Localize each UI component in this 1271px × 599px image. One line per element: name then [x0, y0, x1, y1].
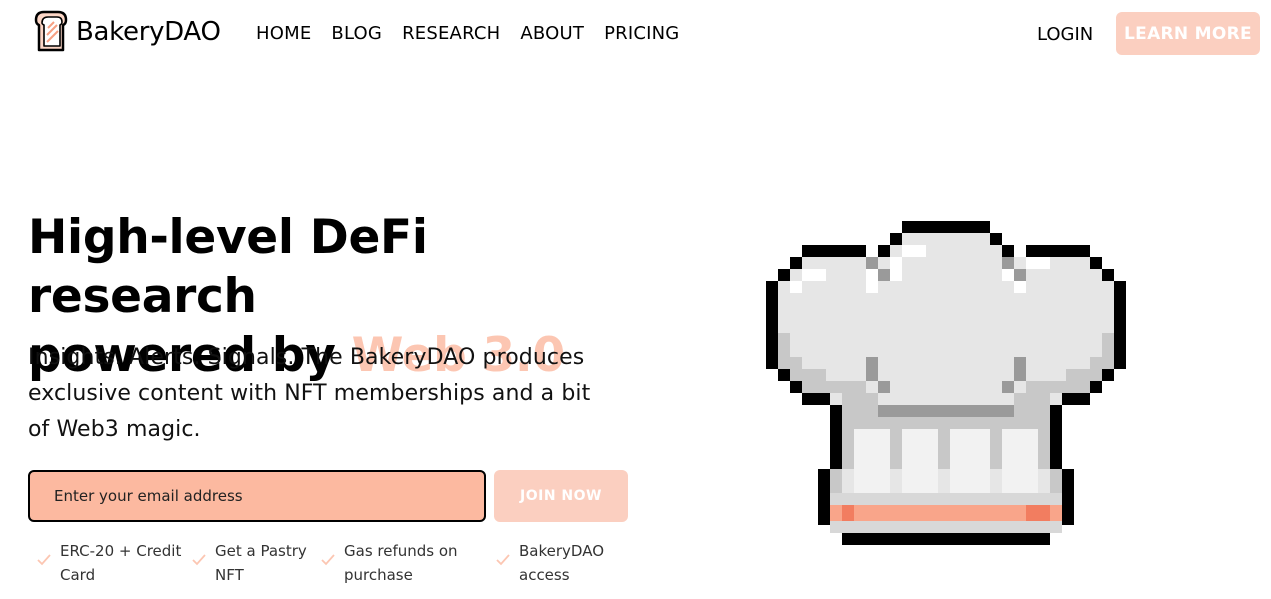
check-icon [192, 554, 206, 566]
nav-item-home[interactable]: HOME [256, 21, 311, 47]
headline-line-1: High-level DeFi research [28, 210, 428, 324]
email-input[interactable] [28, 470, 486, 522]
nav-item-research[interactable]: RESEARCH [402, 21, 500, 47]
nav-item-about[interactable]: ABOUT [520, 21, 584, 47]
feature-label: BakeryDAO access [519, 542, 604, 584]
feature-item: BakeryDAO access [495, 539, 615, 587]
feature-label: Gas refunds on purchase [344, 542, 458, 584]
feature-item: ERC-20 + Credit Card [36, 539, 186, 587]
join-now-button[interactable]: JOIN NOW [494, 470, 628, 522]
login-link[interactable]: LOGIN [1037, 22, 1093, 48]
feature-label: ERC-20 + Credit Card [60, 542, 182, 584]
feature-label: Get a Pastry NFT [215, 542, 307, 584]
main-nav: HOME BLOG RESEARCH ABOUT PRICING [256, 21, 699, 47]
brand-logo[interactable]: BakeryDAO [30, 10, 221, 54]
toast-logo-icon [34, 10, 68, 52]
landing-page: BakeryDAO HOME BLOG RESEARCH ABOUT PRICI… [0, 0, 1271, 599]
learn-more-button[interactable]: LEARN MORE [1116, 12, 1260, 55]
check-icon [37, 554, 51, 566]
chef-hat-icon [766, 221, 1126, 545]
nav-item-blog[interactable]: BLOG [331, 21, 382, 47]
brand-name: BakeryDAO [76, 17, 221, 47]
hero-subtext: Insights. Alerts. Signals. The BakeryDAO… [28, 345, 591, 442]
feature-item: Gas refunds on purchase [320, 539, 460, 587]
feature-item: Get a Pastry NFT [191, 539, 311, 587]
check-icon [496, 554, 510, 566]
check-icon [321, 554, 335, 566]
nav-item-pricing[interactable]: PRICING [604, 21, 679, 47]
